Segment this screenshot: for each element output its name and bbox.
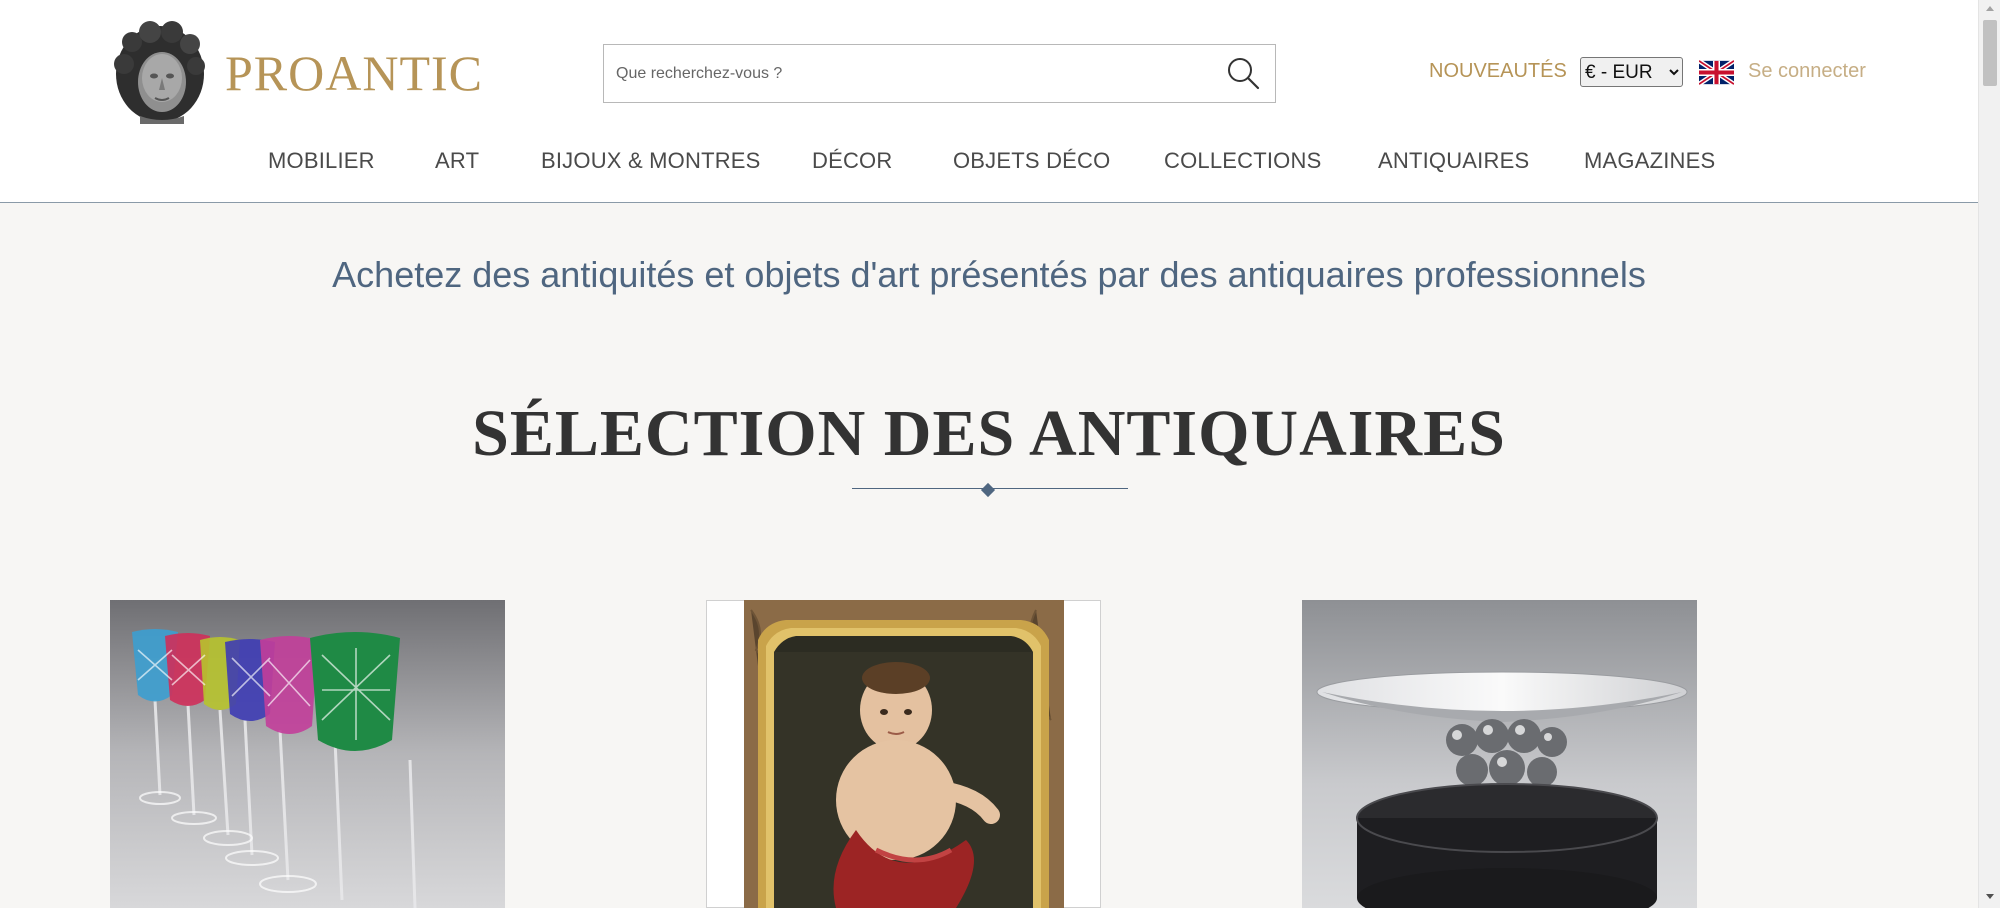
- login-link[interactable]: Se connecter: [1748, 60, 1866, 83]
- nav-item-bijoux-montres[interactable]: BIJOUX & MONTRES: [541, 148, 761, 174]
- nav-item-magazines[interactable]: MAGAZINES: [1584, 148, 1715, 174]
- logo-icon[interactable]: [110, 20, 210, 124]
- divider-diamond-icon: [980, 482, 996, 498]
- site-header: PROANTIC NOUVEAUTÉS € - EUR Se connecter…: [0, 0, 1978, 203]
- product-card-crystal-glasses[interactable]: [110, 600, 505, 908]
- nav-item-art[interactable]: ART: [435, 148, 479, 174]
- uk-flag-icon[interactable]: [1697, 58, 1736, 87]
- nav-item-mobilier[interactable]: MOBILIER: [268, 148, 375, 174]
- nav-item-antiquaires[interactable]: ANTIQUAIRES: [1378, 148, 1529, 174]
- scroll-down-arrow-icon[interactable]: [1986, 894, 1994, 899]
- page-scrollbar[interactable]: [1978, 0, 2000, 908]
- nav-item-decor[interactable]: DÉCOR: [812, 148, 892, 174]
- search-box: [603, 44, 1276, 103]
- currency-select[interactable]: € - EUR: [1580, 57, 1683, 87]
- search-input[interactable]: [616, 45, 1196, 102]
- product-card-silver-dish[interactable]: [1302, 600, 1697, 908]
- tagline: Achetez des antiquités et objets d'art p…: [332, 254, 1646, 295]
- nav-item-objets-deco[interactable]: OBJETS DÉCO: [953, 148, 1110, 174]
- scroll-thumb[interactable]: [1983, 20, 1997, 86]
- product-card-child-portrait[interactable]: [706, 600, 1101, 908]
- scroll-up-arrow-icon[interactable]: [1986, 6, 1994, 11]
- brand-name[interactable]: PROANTIC: [225, 44, 483, 102]
- nav-item-collections[interactable]: COLLECTIONS: [1164, 148, 1321, 174]
- main-nav: MOBILIER ART BIJOUX & MONTRES DÉCOR OBJE…: [0, 148, 1978, 182]
- section-title: SÉLECTION DES ANTIQUAIRES: [472, 397, 1506, 470]
- new-arrivals-link[interactable]: NOUVEAUTÉS: [1429, 60, 1567, 83]
- search-icon[interactable]: [1225, 55, 1261, 91]
